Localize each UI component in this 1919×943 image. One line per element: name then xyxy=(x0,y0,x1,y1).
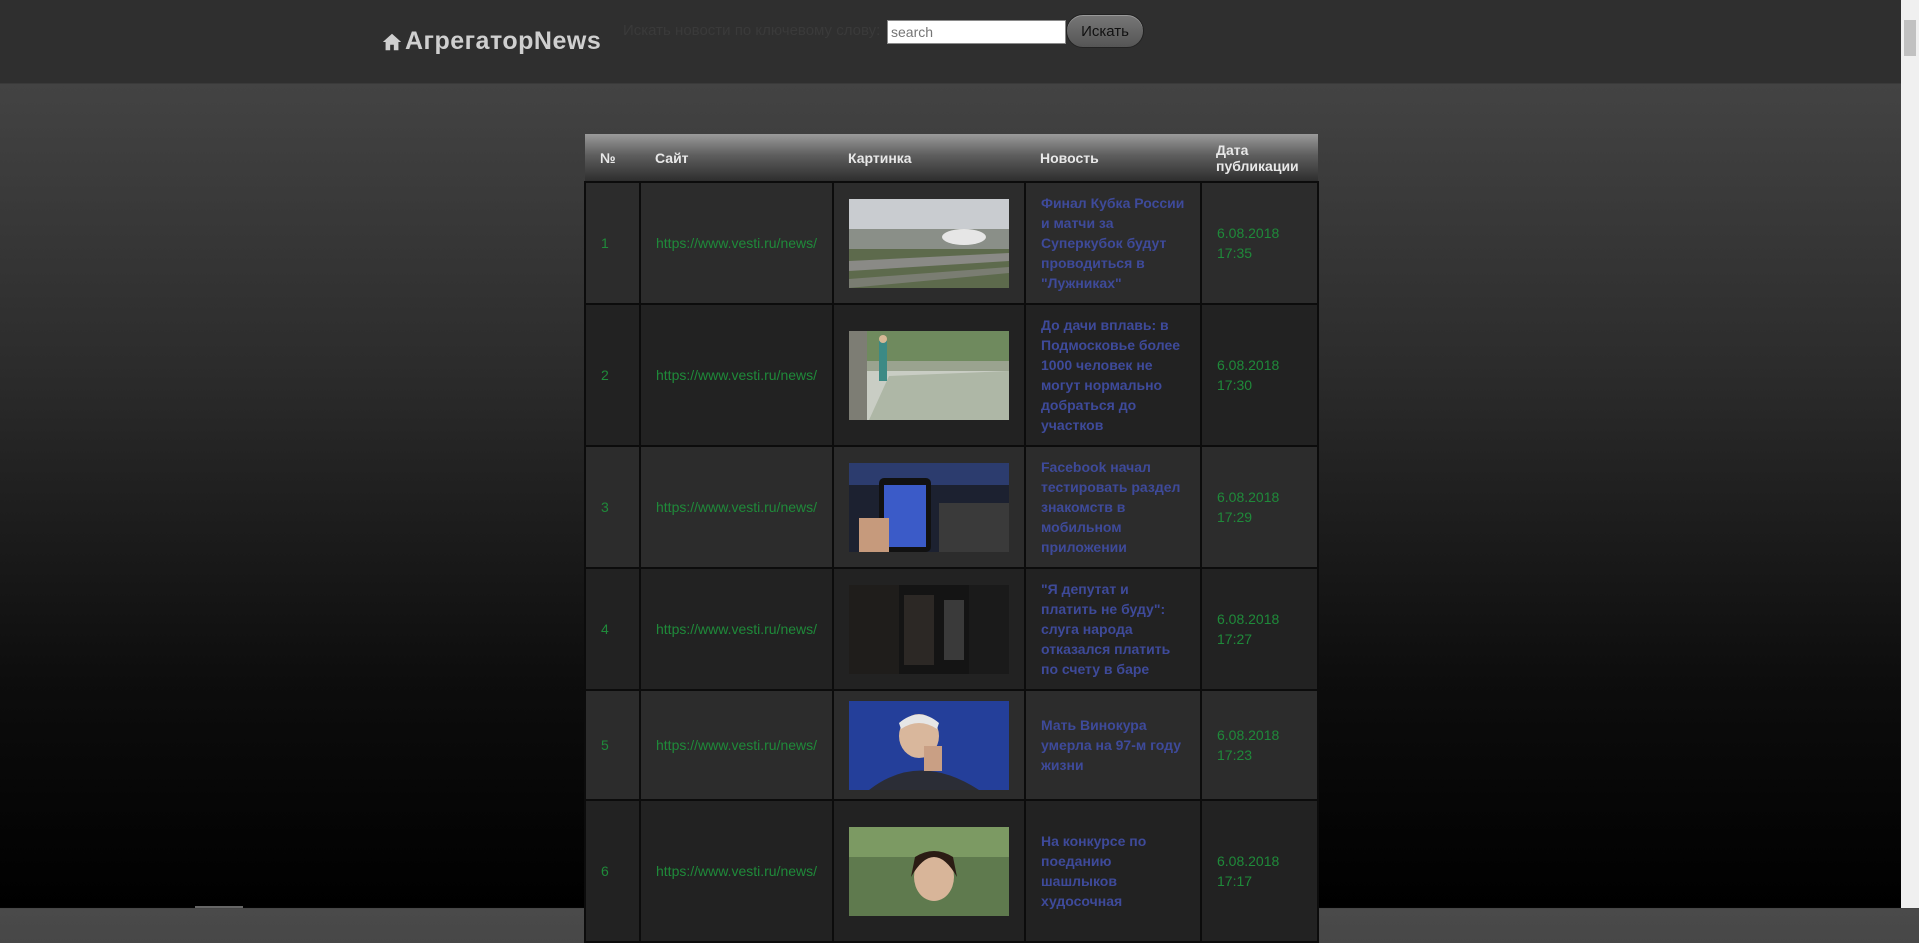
site-link[interactable]: https://www.vesti.ru/news/ xyxy=(639,303,834,447)
table-row: 5 https://www.vesti.ru/news/ Мать Виноку… xyxy=(584,689,1319,801)
table-row: 1 https://www.vesti.ru/news/ Финал Кубка… xyxy=(584,181,1319,305)
column-header-news: Новость xyxy=(1025,134,1201,182)
column-header-date: Дата публикации xyxy=(1201,134,1318,182)
publish-date: 6.08.2018 17:35 xyxy=(1200,181,1319,305)
site-link[interactable]: https://www.vesti.ru/news/ xyxy=(639,445,834,569)
table-row: 6 https://www.vesti.ru/news/ На конкурсе… xyxy=(584,799,1319,943)
flooded-road-photo[interactable] xyxy=(849,330,1009,420)
thumbnail-cell xyxy=(832,303,1026,447)
news-table: № Сайт Картинка Новость Дата публикации … xyxy=(584,134,1319,943)
brand-name: АгрегаторNews xyxy=(405,27,602,55)
man-portrait-photo[interactable] xyxy=(849,700,1009,790)
row-number: 4 xyxy=(584,567,641,691)
column-header-image: Картинка xyxy=(833,134,1025,182)
header-bar: АгрегаторNews Искать новости по ключевом… xyxy=(0,0,1901,83)
table-row: 3 https://www.vesti.ru/news/ Facebook на… xyxy=(584,445,1319,569)
scrollbar-thumb[interactable] xyxy=(1904,20,1916,56)
search-label: Искать новости по ключевому слову: xyxy=(623,22,881,39)
vertical-scrollbar[interactable] xyxy=(1901,0,1919,908)
phone-facebook-photo[interactable] xyxy=(849,462,1009,552)
site-link[interactable]: https://www.vesti.ru/news/ xyxy=(639,689,834,801)
news-link[interactable]: Финал Кубка России и матчи за Суперкубок… xyxy=(1024,181,1202,305)
brand-logo[interactable]: АгрегаторNews xyxy=(381,27,601,56)
table-header-row: № Сайт Картинка Новость Дата публикации xyxy=(585,134,1318,182)
table-row: 2 https://www.vesti.ru/news/ До дачи впл… xyxy=(584,303,1319,447)
news-link[interactable]: На конкурсе по поеданию шашлыков худосоч… xyxy=(1024,799,1202,943)
row-number: 3 xyxy=(584,445,641,569)
thumbnail-cell xyxy=(832,799,1026,943)
column-header-number: № xyxy=(585,134,640,182)
thumbnail-cell xyxy=(832,445,1026,569)
search-button[interactable]: Искать xyxy=(1066,14,1144,48)
thumbnail-cell xyxy=(832,689,1026,801)
row-number: 5 xyxy=(584,689,641,801)
woman-outdoor-photo[interactable] xyxy=(849,826,1009,916)
thumbnail-cell xyxy=(832,181,1026,305)
column-header-site: Сайт xyxy=(640,134,833,182)
publish-date: 6.08.2018 17:27 xyxy=(1200,567,1319,691)
search-input[interactable] xyxy=(887,20,1066,44)
site-link[interactable]: https://www.vesti.ru/news/ xyxy=(639,567,834,691)
news-link[interactable]: "Я депутат и платить не буду": слуга нар… xyxy=(1024,567,1202,691)
site-link[interactable]: https://www.vesti.ru/news/ xyxy=(639,181,834,305)
row-number: 2 xyxy=(584,303,641,447)
table-row: 4 https://www.vesti.ru/news/ "Я депутат … xyxy=(584,567,1319,691)
publish-date: 6.08.2018 17:17 xyxy=(1200,799,1319,943)
publish-date: 6.08.2018 17:29 xyxy=(1200,445,1319,569)
publish-date: 6.08.2018 17:23 xyxy=(1200,689,1319,801)
news-link[interactable]: Facebook начал тестировать раздел знаком… xyxy=(1024,445,1202,569)
row-number: 1 xyxy=(584,181,641,305)
row-number: 6 xyxy=(584,799,641,943)
bar-interior-photo[interactable] xyxy=(849,584,1009,674)
publish-date: 6.08.2018 17:30 xyxy=(1200,303,1319,447)
stadium-aerial-photo[interactable] xyxy=(849,198,1009,288)
news-link[interactable]: Мать Винокура умерла на 97-м году жизни xyxy=(1024,689,1202,801)
news-link[interactable]: До дачи вплавь: в Подмосковье более 1000… xyxy=(1024,303,1202,447)
thumbnail-cell xyxy=(832,567,1026,691)
home-icon xyxy=(382,33,402,50)
site-link[interactable]: https://www.vesti.ru/news/ xyxy=(639,799,834,943)
